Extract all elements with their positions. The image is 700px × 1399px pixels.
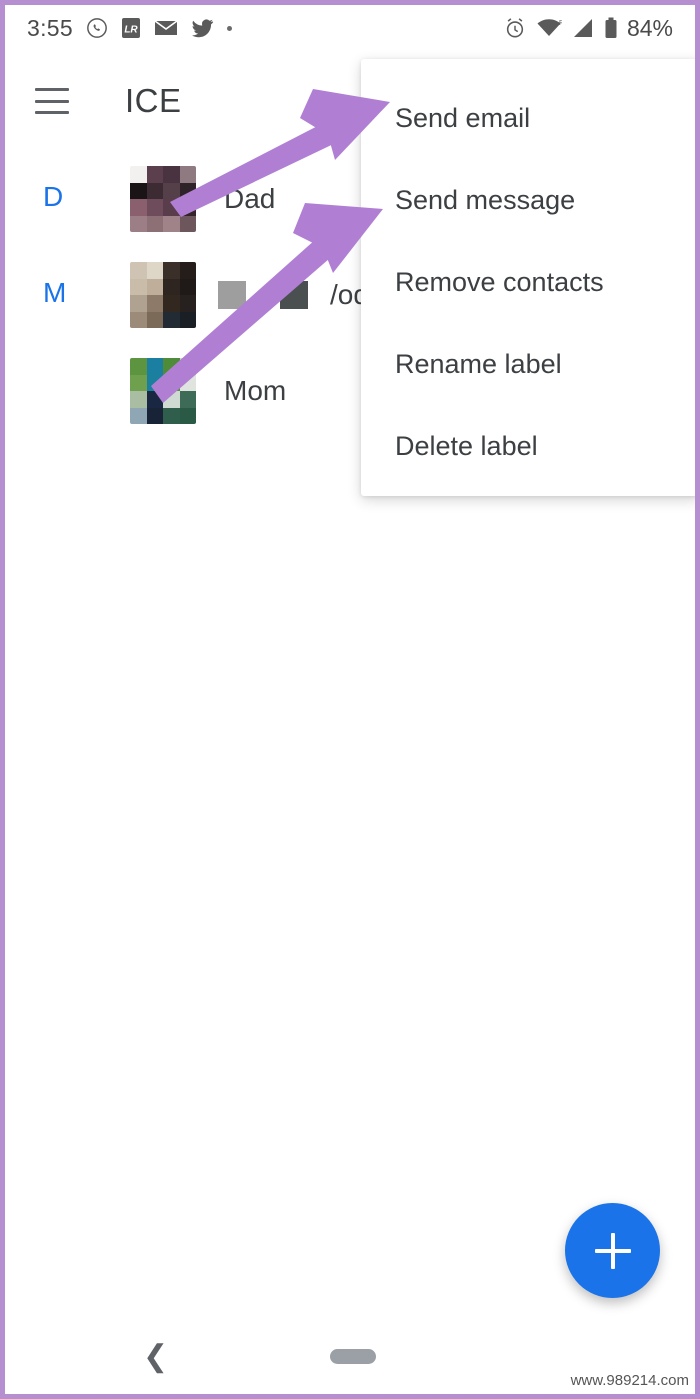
app-badge-icon: LR (121, 17, 141, 39)
home-pill-icon[interactable] (330, 1349, 376, 1364)
status-bar-right: R 84% (504, 15, 673, 42)
menu-item-rename-label[interactable]: Rename label (395, 349, 562, 380)
more-dot-icon (226, 25, 232, 31)
menu-item-send-message[interactable]: Send message (395, 185, 575, 216)
redacted-name-blocks (218, 281, 308, 309)
hamburger-menu-icon[interactable] (35, 88, 69, 114)
svg-text:R: R (559, 20, 562, 27)
watermark: www.989214.com (570, 1372, 689, 1389)
svg-text:LR: LR (124, 25, 138, 36)
alarm-icon (504, 17, 526, 39)
menu-item-send-email[interactable]: Send email (395, 103, 530, 134)
contact-name: Mom (224, 375, 287, 406)
contact-name: Dad (224, 183, 276, 214)
battery-icon (604, 17, 618, 39)
twitter-icon (191, 18, 214, 38)
phone-screenshot-frame: 3:55 LR R (0, 0, 700, 1399)
section-header-letter: M (43, 277, 67, 308)
avatar (130, 358, 196, 424)
status-bar: 3:55 LR R (5, 5, 695, 51)
add-contact-fab[interactable] (565, 1203, 660, 1298)
status-bar-left: 3:55 LR (27, 15, 232, 42)
avatar (130, 262, 196, 328)
menu-item-remove-contacts[interactable]: Remove contacts (395, 267, 604, 298)
section-header-letter: D (43, 181, 64, 212)
whatsapp-icon (86, 17, 108, 39)
context-menu: Send email Send message Remove contacts … (361, 59, 695, 496)
wifi-icon: R (536, 18, 562, 38)
back-chevron-icon[interactable]: ❮ (143, 1342, 168, 1372)
cellular-signal-icon (572, 18, 594, 38)
mail-icon (154, 19, 178, 37)
status-clock: 3:55 (27, 14, 73, 41)
plus-icon-vertical (610, 1232, 615, 1269)
avatar (130, 166, 196, 232)
battery-percent-label: 84% (626, 14, 673, 41)
page-title: ICE (125, 82, 182, 119)
menu-item-delete-label[interactable]: Delete label (395, 431, 538, 462)
